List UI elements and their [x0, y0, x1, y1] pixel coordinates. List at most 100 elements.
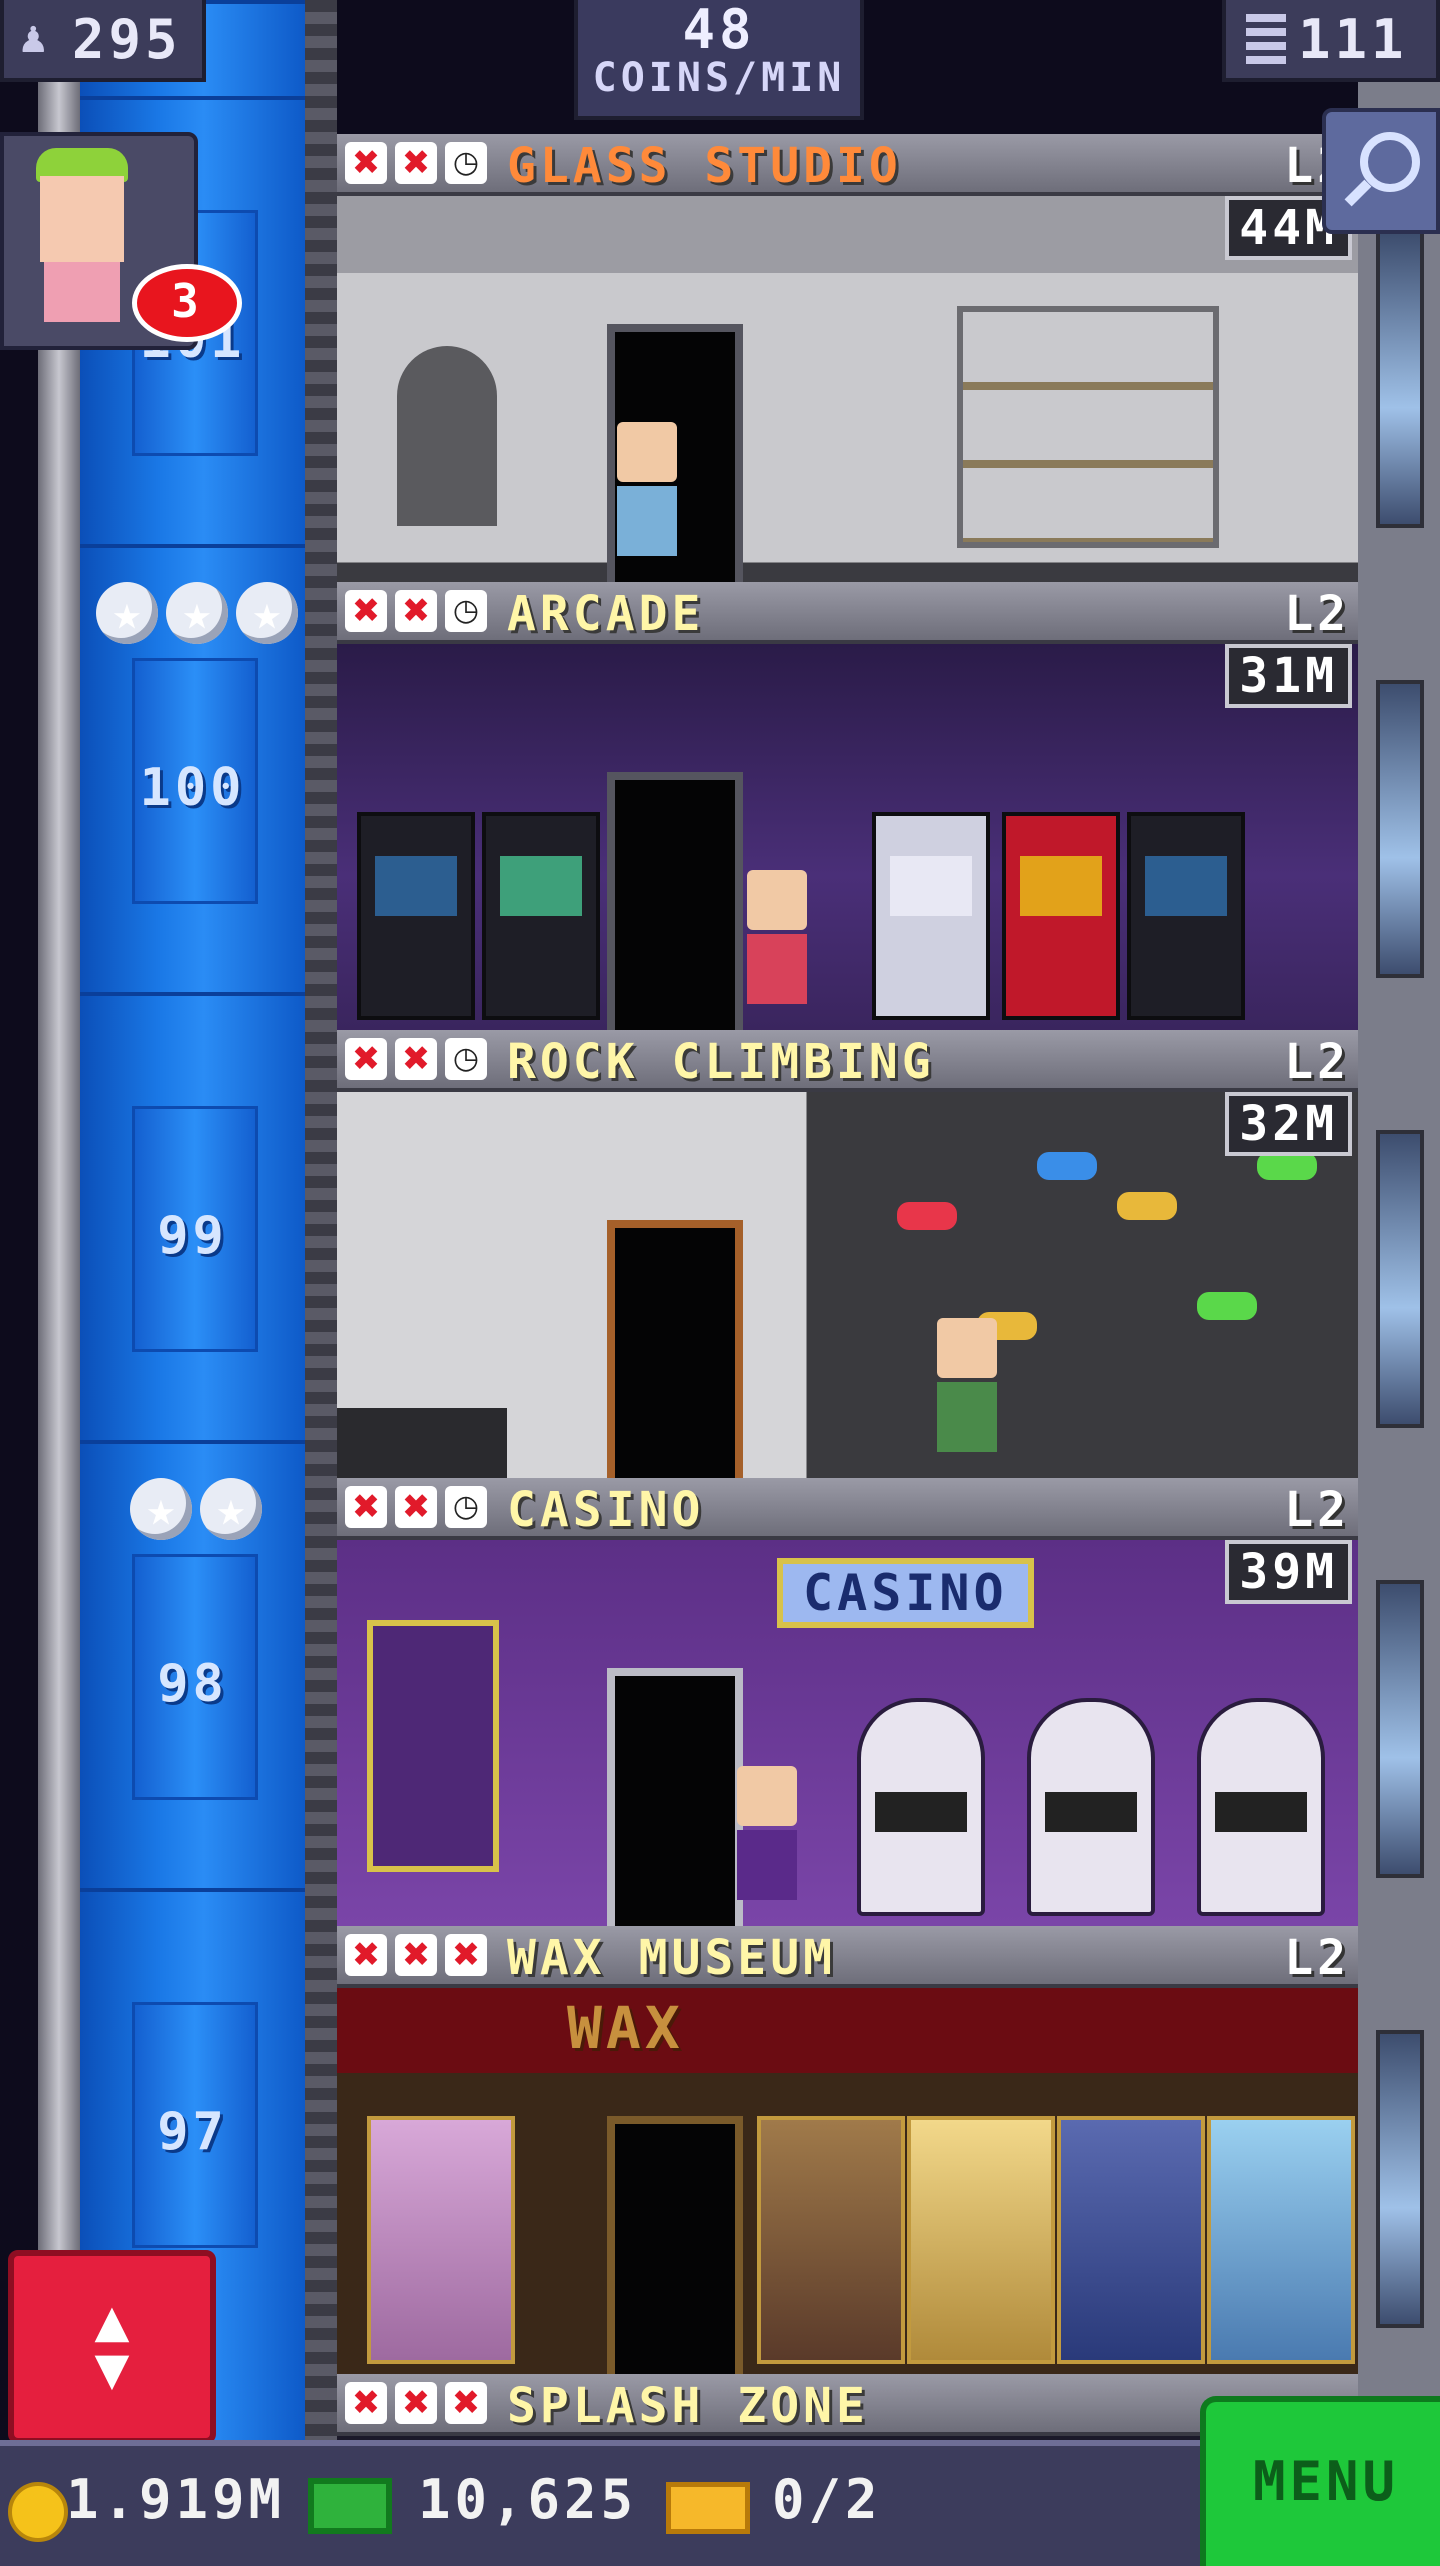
star-icon: ★ — [96, 582, 158, 644]
x-mark-icon: ✖ — [445, 2382, 487, 2424]
floor-status-marks: ✖ ✖ ✖ — [345, 1934, 487, 1976]
population-value: 295 — [72, 8, 182, 71]
star-icon: ★ — [130, 1478, 192, 1540]
x-mark-icon: ✖ — [345, 2382, 387, 2424]
slot-machine — [1197, 1698, 1325, 1916]
worker-avatar — [937, 1318, 997, 1458]
floor-glass-studio[interactable]: ✖ ✖ ◷ GLASS STUDIO L2 44M — [337, 134, 1358, 582]
floor-status-marks: ✖ ✖ ◷ — [345, 1038, 487, 1080]
floor-status-marks: ✖ ✖ ✖ — [345, 2382, 487, 2424]
wax-figure — [1207, 2116, 1355, 2364]
room-scene: WAX — [337, 1988, 1358, 2374]
menu-button[interactable]: MENU — [1200, 2396, 1440, 2566]
visitor-count-badge: 3 — [132, 264, 242, 342]
kiln — [397, 346, 497, 526]
arcade-cabinet — [1127, 812, 1245, 1020]
worker-avatar — [737, 1766, 797, 1906]
floor-status-marks: ✖ ✖ ◷ — [345, 1486, 487, 1528]
floor-rock-climbing[interactable]: ✖ ✖ ◷ ROCK CLIMBING L2 32M — [337, 1030, 1358, 1478]
up-down-arrows-icon: ▲ ▼ — [94, 2286, 130, 2402]
tickets-value: 0/2 — [772, 2468, 882, 2531]
wax-sign: WAX — [567, 1994, 684, 2062]
visitor-button[interactable]: 3 — [0, 132, 242, 350]
room-scene — [337, 644, 1358, 1030]
coin-rate-unit: COINS/MIN — [592, 55, 846, 101]
floor-header: ✖ ✖ ✖ WAX MUSEUM L2 — [337, 1926, 1358, 1988]
wax-figure — [1057, 2116, 1205, 2364]
star-rating: ★ ★ ★ — [96, 582, 298, 644]
x-mark-icon: ✖ — [345, 1934, 387, 1976]
floor-name: SPLASH ZONE — [507, 2378, 869, 2434]
magnifier-icon — [1360, 132, 1420, 192]
climbing-hold — [1257, 1152, 1317, 1180]
tower-window — [1376, 1130, 1424, 1428]
clock-icon: ◷ — [445, 1038, 487, 1080]
x-mark-icon: ✖ — [395, 2382, 437, 2424]
room-scene: CASINO — [337, 1540, 1358, 1926]
star-rating: ★ ★ — [130, 1478, 262, 1540]
search-button[interactable] — [1322, 108, 1440, 234]
room-scene — [337, 196, 1358, 582]
elevator-button[interactable]: ▲ ▼ — [8, 2250, 216, 2444]
floor-header: ✖ ✖ ◷ CASINO L2 — [337, 1478, 1358, 1540]
tower-edge — [1358, 0, 1440, 2440]
coins-value: 1.919M — [66, 2468, 286, 2531]
x-mark-icon: ✖ — [395, 1486, 437, 1528]
restock-timer: 32M — [1225, 1092, 1352, 1156]
wax-figure — [907, 2116, 1055, 2364]
floor-count-badge[interactable]: 111 — [1222, 0, 1440, 82]
floor-number: 98 — [157, 1654, 228, 1714]
coin-icon — [8, 2482, 68, 2542]
floor-level: L2 — [1284, 1482, 1350, 1538]
coin-rate-value: 48 — [682, 0, 756, 61]
x-mark-icon: ✖ — [345, 142, 387, 184]
floor-count-value: 111 — [1298, 8, 1408, 71]
shelf — [957, 306, 1219, 548]
floor-name: ROCK CLIMBING — [507, 1034, 935, 1090]
visitor-body — [44, 262, 120, 322]
room-door — [607, 1668, 743, 1926]
tower-window — [1376, 1580, 1424, 1878]
clock-icon: ◷ — [445, 142, 487, 184]
x-mark-icon: ✖ — [395, 1934, 437, 1976]
climbing-hold — [1197, 1292, 1257, 1320]
x-mark-icon: ✖ — [345, 1038, 387, 1080]
floor-level: L2 — [1284, 1034, 1350, 1090]
population-icon: ♟ — [20, 12, 47, 63]
floor-wax-museum[interactable]: ✖ ✖ ✖ WAX MUSEUM L2 WAX — [337, 1926, 1358, 2374]
climbing-hold — [897, 1202, 957, 1230]
x-mark-icon: ✖ — [445, 1934, 487, 1976]
floor-header: ✖ ✖ ◷ ROCK CLIMBING L2 — [337, 1030, 1358, 1092]
worker-avatar — [617, 422, 677, 562]
shaft-frame — [305, 0, 337, 2440]
restock-timer: 39M — [1225, 1540, 1352, 1604]
magnifier-handle — [1344, 179, 1372, 207]
elevator-shaft[interactable]: 101 100 99 98 97 — [80, 0, 305, 2440]
floor-name: ARCADE — [507, 586, 705, 642]
climbing-hold — [1037, 1152, 1097, 1180]
x-mark-icon: ✖ — [395, 142, 437, 184]
clock-icon: ◷ — [445, 590, 487, 632]
slot-machine — [1027, 1698, 1155, 1916]
room-door — [607, 772, 743, 1030]
floor-casino[interactable]: ✖ ✖ ◷ CASINO L2 CASINO 39M — [337, 1478, 1358, 1926]
bux-value: 10,625 — [418, 2468, 638, 2531]
tower-window — [1376, 680, 1424, 978]
slot-machine — [857, 1698, 985, 1916]
arcade-cabinet — [1002, 812, 1120, 1020]
star-icon: ★ — [166, 582, 228, 644]
tower-window — [1376, 2030, 1424, 2328]
room-door — [607, 1220, 743, 1478]
clock-icon: ◷ — [445, 1486, 487, 1528]
counter — [337, 1408, 507, 1478]
x-mark-icon: ✖ — [395, 590, 437, 632]
floor-number: 100 — [139, 758, 246, 818]
visitor-avatar — [40, 176, 124, 262]
arcade-cabinet — [482, 812, 600, 1020]
population-counter[interactable]: ♟ 295 — [0, 0, 206, 82]
floor-status-marks: ✖ ✖ ◷ — [345, 142, 487, 184]
floor-arcade[interactable]: ✖ ✖ ◷ ARCADE L2 31M — [337, 582, 1358, 1030]
x-mark-icon: ✖ — [345, 590, 387, 632]
golden-ticket-icon — [666, 2482, 750, 2534]
floor-number: 97 — [157, 2102, 228, 2162]
